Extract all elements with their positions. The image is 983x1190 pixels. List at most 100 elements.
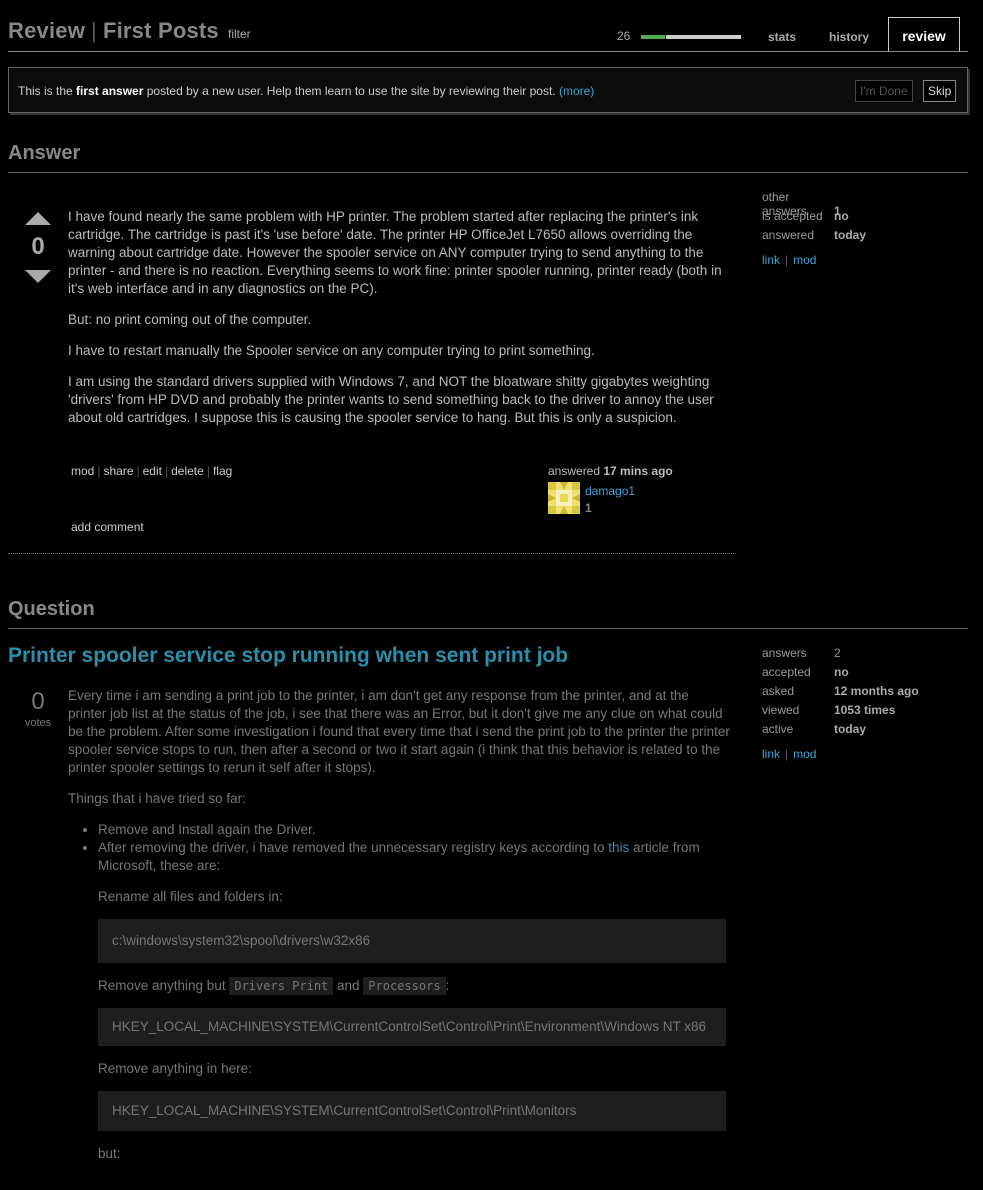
text-fragment: :: [445, 978, 450, 993]
avatar[interactable]: [548, 482, 580, 514]
tab-stats[interactable]: stats: [768, 30, 796, 44]
add-comment-link[interactable]: add comment: [71, 520, 144, 534]
answer-paragraph: I have found nearly the same problem wit…: [68, 209, 722, 296]
stat-label: viewed: [762, 703, 800, 717]
question-side-links: link | mod: [762, 747, 817, 761]
tab-review[interactable]: review: [888, 17, 960, 52]
stat-value: no: [834, 665, 849, 679]
text-fragment: Remove anything but: [98, 978, 230, 993]
question-body: Every time i am sending a print job to t…: [68, 687, 730, 1176]
answer-paragraph: I am using the standard drivers supplied…: [68, 374, 714, 425]
stat-value: today: [834, 722, 867, 736]
skip-button[interactable]: Skip: [923, 80, 957, 102]
notice-text-start: This is the: [18, 84, 77, 98]
review-notice: This is the first answer posted by a new…: [8, 67, 968, 113]
question-heading: Question: [8, 598, 95, 620]
flag-link[interactable]: flag: [213, 464, 232, 478]
im-done-button[interactable]: I'm Done: [855, 80, 913, 102]
notice-text-end: posted by a new user. Help them learn to…: [143, 84, 559, 98]
stat-label: is accepted: [762, 209, 823, 223]
side-mod-link[interactable]: mod: [793, 747, 816, 761]
user-reputation: 1: [585, 501, 592, 515]
edit-link[interactable]: edit: [143, 464, 162, 478]
question-paragraph: Rename all files and folders in:: [98, 889, 283, 904]
answer-paragraph: But: no print coming out of the computer…: [68, 312, 312, 327]
upvote-icon[interactable]: [25, 212, 51, 225]
tab-history[interactable]: history: [829, 30, 869, 44]
stat-label: asked: [762, 684, 795, 698]
notice-text: This is the first answer posted by a new…: [18, 84, 594, 98]
question-paragraph: Remove anything but Drivers Print and Pr…: [98, 977, 730, 995]
answered-time: 17 mins ago: [603, 464, 673, 478]
inline-code: Processors: [363, 977, 446, 995]
filter-link[interactable]: filter: [228, 27, 251, 41]
code-block: c:\windows\system32\spool\drivers\w32x86: [98, 919, 726, 963]
post-menu: mod | share | edit | delete | flag: [71, 464, 233, 478]
answer-stats: other answers 1 is accepted no answered tod…: [762, 190, 866, 247]
inline-code: Drivers Print: [229, 977, 334, 995]
stat-row: asked 12 months ago: [762, 684, 919, 703]
stat-row: active today: [762, 722, 919, 741]
progress-fill: [641, 35, 666, 39]
stat-row: answered today: [762, 228, 866, 247]
question-title-link[interactable]: Printer spooler service stop running whe…: [8, 644, 568, 668]
side-link-link[interactable]: link: [762, 747, 780, 761]
share-link[interactable]: share: [103, 464, 133, 478]
question-paragraph: but:: [98, 1146, 121, 1161]
stat-row: answers 2: [762, 646, 919, 665]
side-link-link[interactable]: link: [762, 253, 780, 267]
stat-row: other answers 1: [762, 190, 866, 218]
title-separator: |: [91, 18, 97, 43]
answer-heading: Answer: [8, 142, 81, 164]
question-paragraph: Things that i have tried so far:: [68, 791, 246, 806]
code-block: HKEY_LOCAL_MACHINE\SYSTEM\CurrentControl…: [98, 1008, 726, 1046]
list-item: Remove and Install again the Driver.: [98, 821, 730, 839]
answer-divider: [8, 172, 968, 173]
delete-link[interactable]: delete: [171, 464, 204, 478]
queue-name-link[interactable]: First Posts: [103, 18, 219, 43]
answer-body: I have found nearly the same problem wit…: [68, 208, 730, 440]
identicon-icon: [548, 482, 580, 514]
question-divider: [8, 628, 968, 629]
stat-label: active: [762, 722, 794, 736]
stat-label: answered: [762, 228, 815, 242]
question-vote-count: 0: [31, 688, 45, 715]
text-fragment: and: [333, 978, 364, 993]
stat-row: viewed 1053 times: [762, 703, 919, 722]
header-divider: [8, 51, 968, 52]
stat-label: answers: [762, 646, 807, 660]
downvote-icon[interactable]: [25, 270, 51, 283]
side-mod-link[interactable]: mod: [793, 253, 816, 267]
answer-paragraph: I have to restart manually the Spooler s…: [68, 343, 595, 358]
question-stats: answers 2 accepted no asked 12 months ago v…: [762, 646, 919, 741]
stat-value: today: [834, 228, 867, 242]
code-block: HKEY_LOCAL_MACHINE\SYSTEM\CurrentControl…: [98, 1091, 726, 1131]
user-name-link[interactable]: damago1: [585, 484, 635, 498]
list-item-text: After removing the driver, i have remove…: [98, 840, 609, 855]
question-paragraph: Every time i am sending a print job to t…: [68, 688, 730, 775]
review-home-link[interactable]: Review: [8, 18, 85, 43]
stat-row: is accepted no: [762, 209, 866, 228]
this-article-link[interactable]: this: [608, 840, 629, 855]
stat-label: accepted: [762, 665, 811, 679]
notice-post-type: first answer: [76, 84, 144, 98]
question-votes-label: votes: [24, 717, 52, 729]
progress-marker: [665, 32, 666, 42]
stat-row: accepted no: [762, 665, 919, 684]
mod-link[interactable]: mod: [71, 464, 94, 478]
answered-info: answered 17 mins ago: [548, 464, 673, 478]
question-paragraph: Remove anything in here:: [98, 1061, 252, 1076]
stat-value: 12 months ago: [834, 684, 919, 698]
answer-vote-count: 0: [31, 233, 45, 260]
stat-value: 2: [834, 646, 841, 660]
stat-value: 1053 times: [834, 703, 896, 717]
answered-label: answered: [548, 464, 601, 478]
review-count: 26: [617, 29, 631, 43]
question-list: Remove and Install again the Driver. Aft…: [68, 821, 730, 875]
more-link[interactable]: (more): [559, 84, 594, 98]
list-item: After removing the driver, i have remove…: [98, 839, 730, 875]
answer-separator: [8, 553, 736, 554]
progress-bar: [641, 32, 741, 42]
page-title: Review | First Posts: [8, 18, 219, 44]
answer-side-links: link | mod: [762, 253, 817, 267]
